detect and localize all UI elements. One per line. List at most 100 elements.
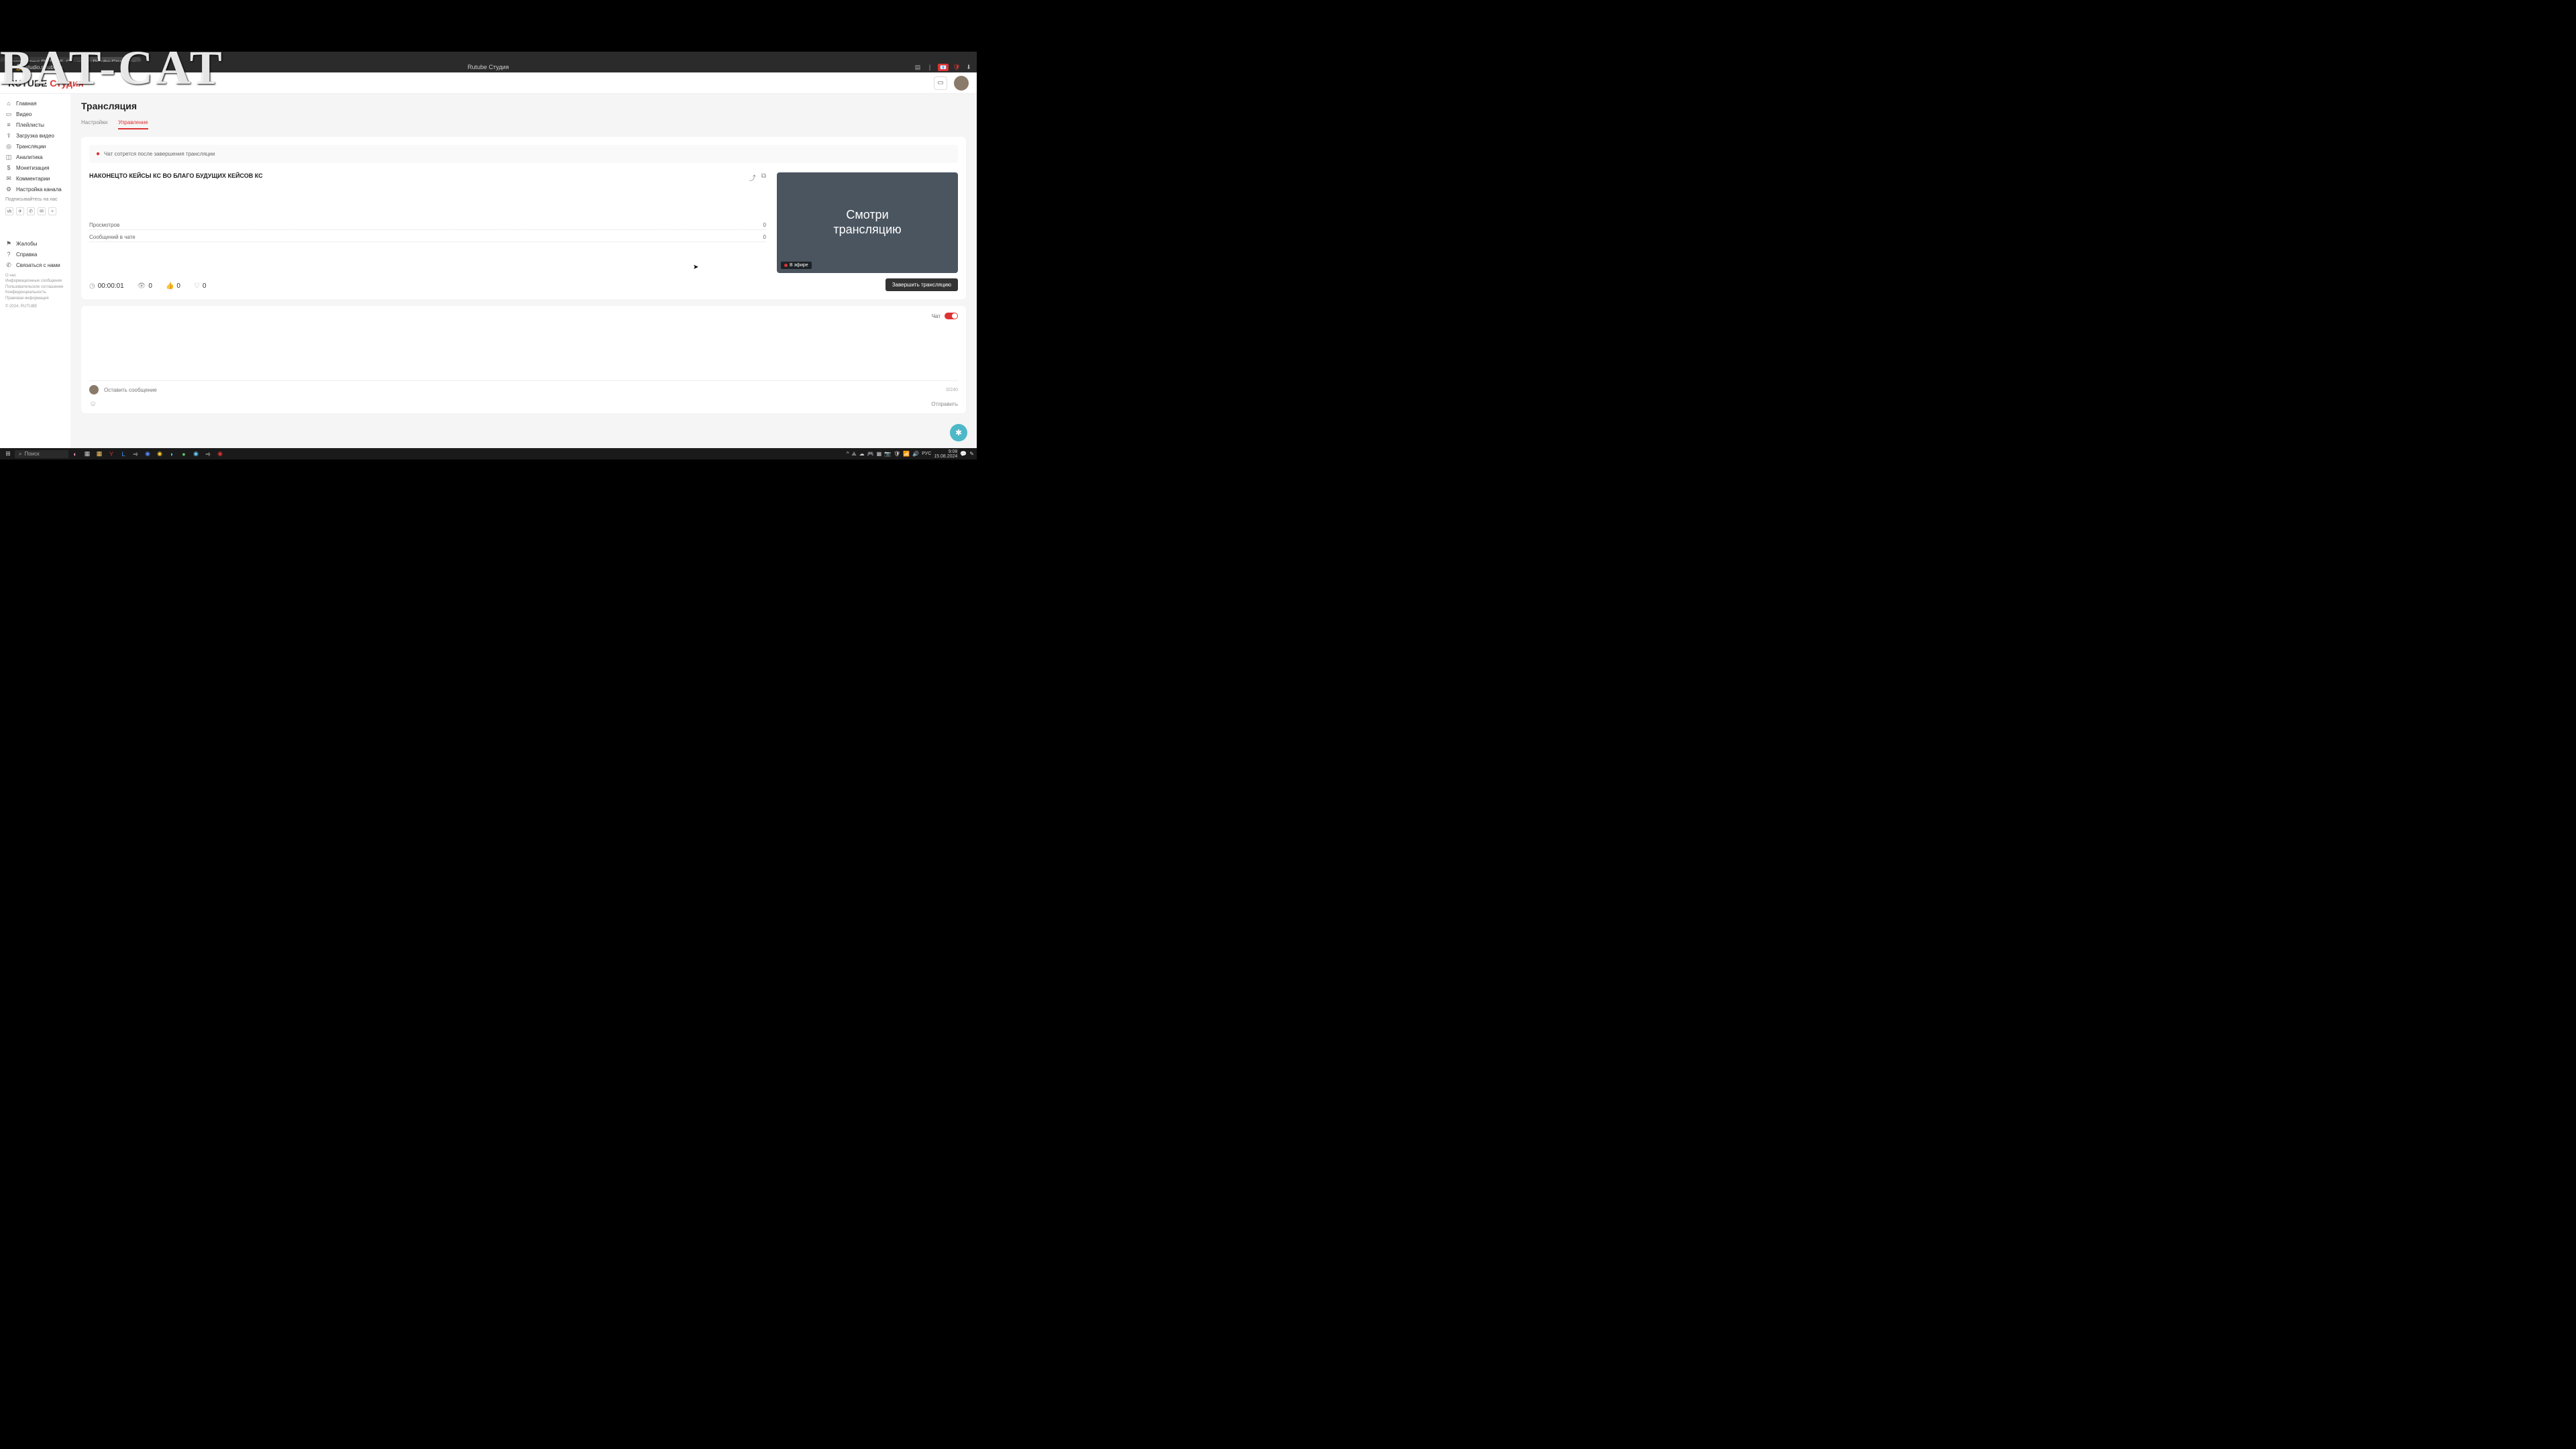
avatar[interactable] — [954, 76, 969, 91]
help-fab[interactable]: ✱ — [950, 424, 967, 441]
end-stream-button[interactable]: Завершить трансляцию — [885, 278, 958, 291]
sidebar-item-playlists[interactable]: ≡Плейлисты — [0, 119, 70, 130]
sidebar-item-settings[interactable]: ⚙Настройка канала — [0, 184, 70, 195]
footer-link[interactable]: Информационные сообщения — [5, 278, 65, 284]
sidebar-item-help[interactable]: ?Справка — [0, 249, 70, 260]
telegram-icon[interactable]: ✈ — [16, 207, 24, 215]
tray-icon[interactable]: 🛡 — [894, 451, 900, 457]
sidebar-item-analytics[interactable]: ◫Аналитика — [0, 152, 70, 162]
app-icon[interactable]: ◐ — [70, 449, 80, 459]
logo[interactable]: RUTUBE Студия — [8, 78, 84, 89]
bookmark-icon[interactable]: ▤ — [914, 63, 922, 71]
list-icon: ≡ — [5, 121, 12, 128]
sidebar-item-complaints[interactable]: ⚑Жалобы — [0, 238, 70, 249]
chat-input[interactable] — [104, 387, 941, 393]
footer-link[interactable]: Пользовательское соглашение — [5, 284, 65, 290]
tray-icon[interactable]: ▦ — [877, 451, 882, 457]
gear-icon: ⚙ — [5, 186, 12, 193]
video-icon[interactable]: ▭ — [934, 76, 947, 90]
sidebar-item-comments[interactable]: ✉Комментарии — [0, 173, 70, 184]
url-text[interactable]: studio.rutube.ru — [25, 63, 63, 71]
wifi-icon[interactable]: 📶 — [903, 451, 910, 457]
footer-link[interactable]: Правовая информация — [5, 296, 65, 301]
video-icon: ▭ — [5, 111, 12, 117]
tray-icon[interactable]: ☁ — [859, 451, 865, 457]
footer-link[interactable]: О нас — [5, 273, 65, 278]
metric-time: ◷00:00:01 — [89, 282, 124, 290]
share-icon[interactable]: ⤴ — [749, 172, 756, 182]
sidebar-item-video[interactable]: ▭ Видео — [0, 109, 70, 119]
logo-brand: RUTUBE — [8, 78, 47, 89]
app-icon[interactable]: ◉ — [215, 449, 225, 459]
app-icon[interactable]: ◗ — [166, 449, 177, 459]
warning-icon: ● — [96, 150, 100, 158]
tab-management[interactable]: Управление — [118, 119, 148, 129]
sidebar-item-label: Загрузка видео — [16, 133, 54, 139]
notice-text: Чат сотрется после завершения трансляции — [104, 151, 215, 157]
app-icon[interactable]: ▦ — [94, 449, 105, 459]
dollar-icon: $ — [5, 164, 12, 171]
sidebar-item-upload[interactable]: ⇪Загрузка видео — [0, 130, 70, 141]
back-icon[interactable]: ‹ — [4, 63, 12, 71]
clock[interactable]: 9:08 15.08.2024 — [934, 449, 957, 459]
lock-icon: 🔒 — [15, 63, 23, 71]
footer-copyright: © 2024, RUTUBE — [5, 304, 65, 309]
tray-icon[interactable]: 📷 — [884, 451, 891, 457]
sidebar: ⌂Главная ▭ Видео ≡Плейлисты ⇪Загрузка вид… — [0, 94, 70, 448]
extension-badge[interactable]: 📧 — [938, 64, 949, 71]
emoji-icon[interactable]: ☺ — [89, 400, 97, 408]
sidebar-item-label: Видео — [16, 111, 32, 117]
chevron-up-icon[interactable]: ^ — [847, 451, 849, 457]
sidebar-item-home[interactable]: ⌂Главная — [0, 98, 70, 109]
sidebar-item-contact[interactable]: ✆Связаться с нами — [0, 260, 70, 270]
vk-icon[interactable]: vk — [5, 207, 13, 215]
external-link-icon[interactable]: ⧉ — [761, 172, 766, 182]
tab-settings[interactable]: Настройки — [81, 119, 107, 129]
browser-url-bar: ‹ 🔒 studio.rutube.ru Rutube Студия ▤ | 📧… — [0, 62, 977, 72]
phone-icon[interactable]: ✆ — [27, 207, 35, 215]
help-icon: ? — [5, 251, 12, 258]
footer-link[interactable]: Конфиденциальность — [5, 290, 65, 295]
shield-icon[interactable]: 🛡 — [953, 63, 961, 71]
metric-value: 00:00:01 — [98, 282, 124, 290]
taskbar: ⊞ ⌕ Поиск ◐ ▦ ▦ Y L ⥤ ◉ ◉ ◗ ● ◉ ⥤ ◉ ^ ⟁ … — [0, 448, 977, 460]
app-icon[interactable]: ▦ — [82, 449, 93, 459]
stat-label: Сообщений в чате — [89, 234, 136, 240]
app-icon[interactable]: ● — [178, 449, 189, 459]
page-heading: Трансляция — [81, 101, 966, 111]
sidebar-item-label: Жалобы — [16, 241, 37, 247]
app-icon[interactable]: ⥤ — [203, 449, 213, 459]
tray-icon[interactable]: 🎮 — [867, 451, 874, 457]
sidebar-item-label: Монетизация — [16, 165, 49, 171]
chat-toggle[interactable] — [945, 313, 958, 319]
metric-value: 0 — [176, 282, 180, 290]
taskbar-search[interactable]: ⌕ Поиск — [15, 450, 68, 458]
volume-icon[interactable]: 🔊 — [912, 451, 919, 457]
app-window: RUTUBE Студия ▭ ⌂Главная ▭ Видео ≡Плейлис… — [0, 72, 977, 448]
download-icon[interactable]: ⬇ — [965, 63, 973, 71]
metric-likes: 👍0 — [166, 282, 180, 290]
notification-icon[interactable]: ✎ — [969, 451, 974, 457]
app-icon[interactable]: ⥤ — [130, 449, 141, 459]
tray-icon[interactable]: ⟁ — [852, 451, 857, 458]
plus-icon[interactable]: + — [48, 207, 56, 215]
app-icon[interactable]: ◉ — [154, 449, 165, 459]
stat-row: Сообщений в чате 0 — [89, 234, 766, 242]
date: 15.08.2024 — [934, 454, 957, 459]
chat-panel: Чат 0/240 ☺ Отправить — [81, 306, 966, 413]
send-button[interactable]: Отправить — [931, 401, 958, 407]
cursor-icon: ➤ — [693, 264, 698, 271]
stat-row: Просмотров 0 — [89, 222, 766, 230]
app-icon[interactable]: Y — [106, 449, 117, 459]
whatsapp-icon[interactable]: ✉ — [38, 207, 46, 215]
app-icon[interactable]: ◉ — [142, 449, 153, 459]
language-indicator[interactable]: РУС — [922, 451, 931, 456]
sidebar-item-label: Связаться с нами — [16, 262, 60, 268]
notification-icon[interactable]: 💬 — [960, 451, 967, 457]
sidebar-item-monetization[interactable]: $ Монетизация — [0, 162, 70, 173]
start-button[interactable]: ⊞ — [3, 449, 13, 459]
app-icon[interactable]: ◉ — [191, 449, 201, 459]
sidebar-item-streams[interactable]: ◎Трансляции — [0, 141, 70, 152]
app-icon[interactable]: L — [118, 449, 129, 459]
video-preview[interactable]: Смотри трансляцию В эфире — [777, 172, 958, 273]
